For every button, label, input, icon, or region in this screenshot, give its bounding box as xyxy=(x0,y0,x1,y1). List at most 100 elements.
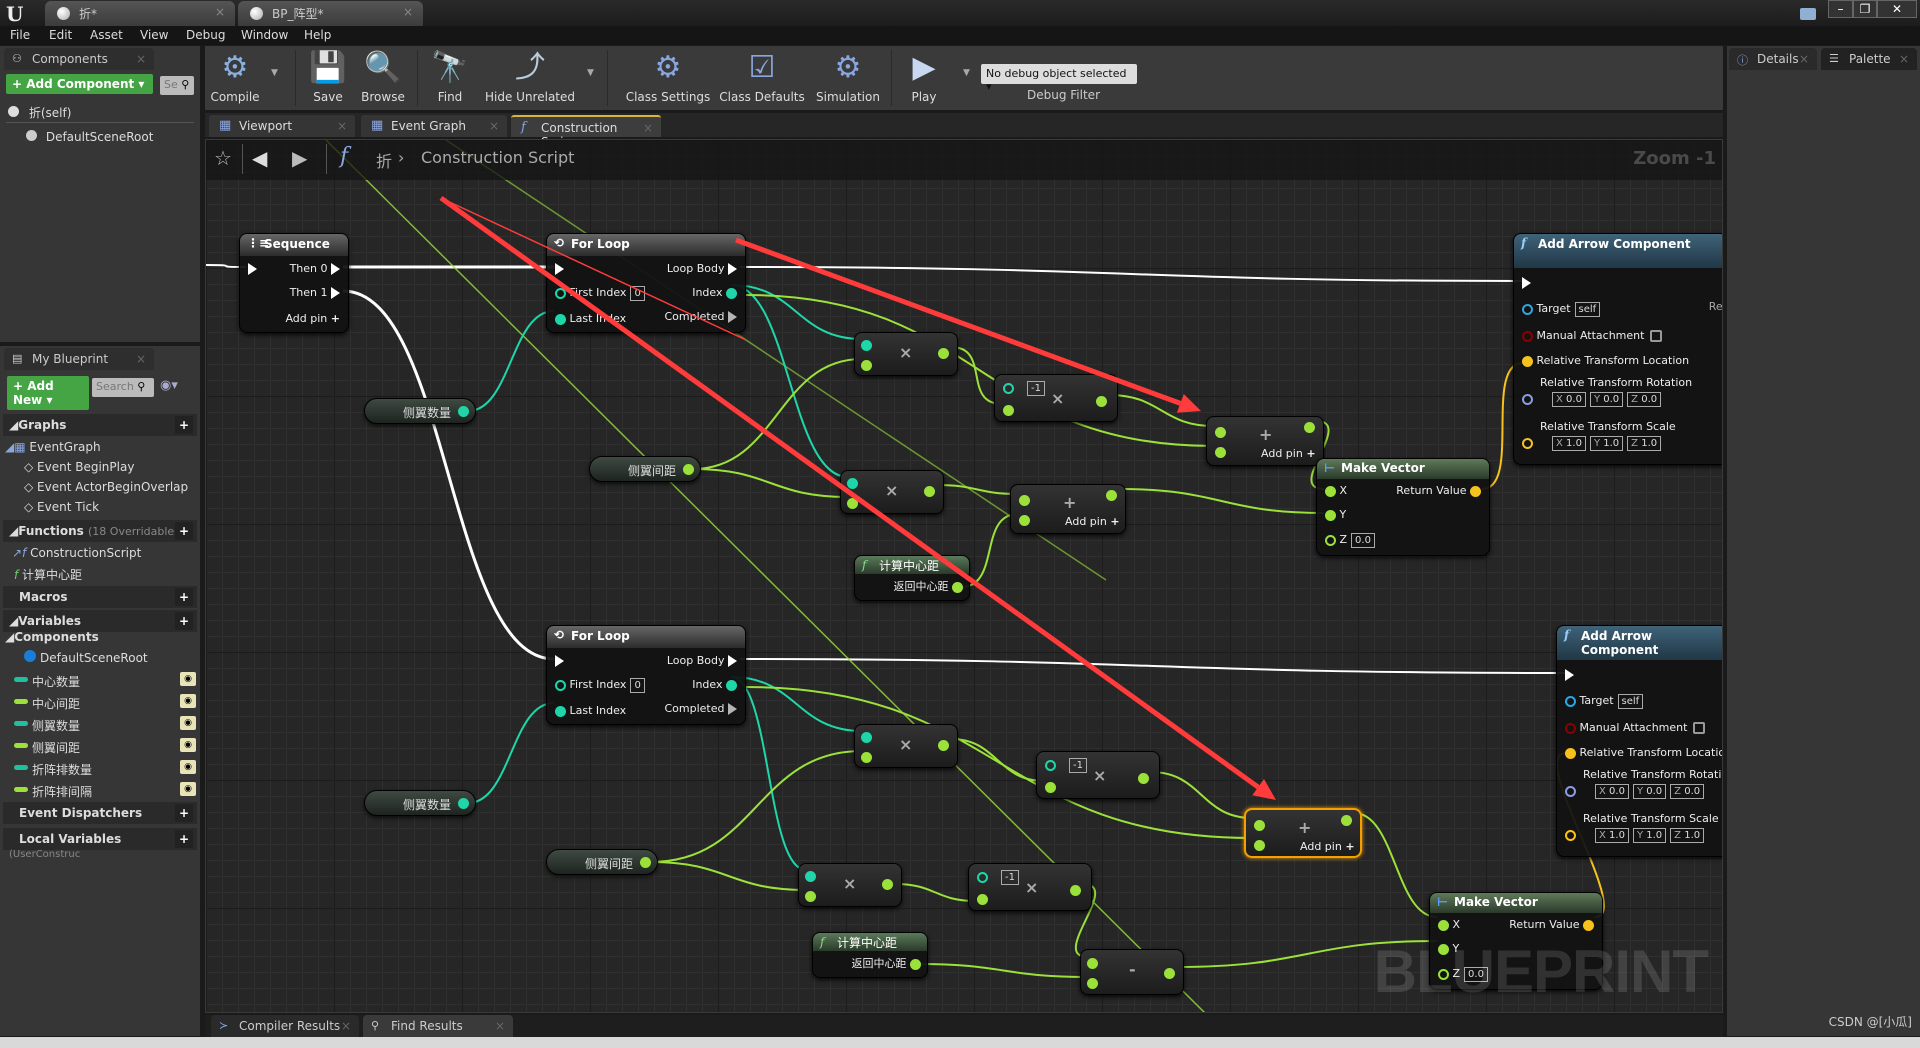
tab-viewport[interactable]: ▦ Viewport × xyxy=(209,115,355,137)
close-tab-icon[interactable]: × xyxy=(215,5,225,19)
components-icon: ⚇ xyxy=(12,52,22,65)
section-functions[interactable]: ◢Functions (18 Overridable) + xyxy=(3,520,197,542)
tab-details[interactable]: ⓘ Details × xyxy=(1729,48,1817,70)
close-tab-icon[interactable]: × xyxy=(495,1019,505,1033)
class-settings-button[interactable]: ⚙ Class Settings xyxy=(625,48,711,104)
menu-help[interactable]: Help xyxy=(304,28,331,42)
tab-construction-script[interactable]: fConstruction Scrip× xyxy=(511,115,661,149)
section-local-variables[interactable]: Local Variables (UserConstruc + xyxy=(3,828,197,860)
visibility-eye-icon[interactable]: ◉ xyxy=(180,760,196,774)
tree-item-construction-script[interactable]: ↗f ConstructionScript xyxy=(12,546,141,566)
find-button[interactable]: 🔭 Find xyxy=(425,48,475,104)
close-tab-icon[interactable]: × xyxy=(1799,52,1809,66)
document-tab-bp-formation[interactable]: BP_阵型* × xyxy=(238,1,423,26)
add-local-variable-button[interactable]: + xyxy=(175,830,193,848)
play-button[interactable]: ▶ Play xyxy=(899,48,949,104)
visibility-eye-icon[interactable]: ◉ xyxy=(180,738,196,752)
visibility-eye-icon[interactable]: ◉ xyxy=(180,694,196,708)
close-tab-icon[interactable]: × xyxy=(136,352,146,366)
hide-unrelated-dropdown[interactable]: ▼ xyxy=(587,68,594,78)
menu-asset[interactable]: Asset xyxy=(90,28,123,42)
close-tab-icon[interactable]: × xyxy=(643,121,653,135)
scene-component-icon xyxy=(26,130,37,141)
class-defaults-button[interactable]: ☑ Class Defaults xyxy=(719,48,805,104)
add-component-button[interactable]: + Add Component ▾ xyxy=(6,74,153,94)
tab-palette[interactable]: ☰ Palette × xyxy=(1821,48,1917,70)
menu-file[interactable]: File xyxy=(10,28,30,42)
browse-button[interactable]: 🔍 Browse xyxy=(355,48,411,104)
variable-item[interactable]: 中心间距 ◉ xyxy=(0,692,200,714)
close-tab-icon[interactable]: × xyxy=(341,1019,351,1033)
close-tab-icon[interactable]: × xyxy=(136,52,146,66)
add-graph-button[interactable]: + xyxy=(175,416,193,434)
restore-button[interactable]: ❐ xyxy=(1853,0,1877,18)
components-title: Components xyxy=(32,52,108,66)
close-tab-icon[interactable]: × xyxy=(337,119,347,133)
my-blueprint-tab[interactable]: ▤ My Blueprint × xyxy=(4,348,154,370)
section-macros[interactable]: Macros + xyxy=(3,586,197,608)
visibility-eye-icon[interactable]: ◉▾ xyxy=(160,378,178,393)
component-self[interactable]: 折(self) xyxy=(8,104,71,124)
components-search-input[interactable]: Se ⚲ xyxy=(160,76,194,95)
visibility-eye-icon[interactable]: ◉ xyxy=(180,716,196,730)
visibility-eye-icon[interactable]: ◉ xyxy=(180,672,196,686)
section-event-dispatchers[interactable]: Event Dispatchers + xyxy=(3,802,197,824)
add-dispatcher-button[interactable]: + xyxy=(175,804,193,822)
components-tab[interactable]: ⚇ Components × xyxy=(4,48,154,70)
tree-item-event-graph[interactable]: ◢▦ EventGraph xyxy=(5,440,101,460)
menu-debug[interactable]: Debug xyxy=(186,28,225,42)
section-label: Macros xyxy=(19,590,68,604)
tree-item-calc-center[interactable]: f 计算中心距 xyxy=(14,566,82,586)
close-tab-icon[interactable]: × xyxy=(489,119,499,133)
add-macro-button[interactable]: + xyxy=(175,588,193,606)
variable-item[interactable]: 折阵排间隔 ◉ xyxy=(0,780,200,802)
minimize-button[interactable]: – xyxy=(1828,0,1853,18)
debug-object-select[interactable]: No debug object selected ▾ xyxy=(981,64,1137,93)
close-tab-icon[interactable]: × xyxy=(1899,52,1909,66)
tree-item-event-actor-begin-overlap[interactable]: ◇ Event ActorBeginOverlap xyxy=(24,480,188,500)
variable-type-icon xyxy=(14,677,28,682)
tab-compiler-results[interactable]: ≻ Compiler Results × xyxy=(211,1015,359,1037)
tree-item-components[interactable]: ◢Components xyxy=(5,630,99,650)
my-blueprint-search-input[interactable]: Search ⚲ xyxy=(92,378,154,397)
variable-item[interactable]: 侧翼间距 ◉ xyxy=(0,736,200,758)
simulation-button[interactable]: ⚙ Simulation xyxy=(813,48,883,104)
compile-options-dropdown[interactable]: ▼ xyxy=(271,68,278,78)
viewport-icon: ▦ xyxy=(219,118,232,133)
save-button[interactable]: 💾 Save xyxy=(303,48,353,104)
section-label: Local Variables xyxy=(19,832,122,846)
add-variable-button[interactable]: + xyxy=(175,612,193,630)
variable-item[interactable]: 侧翼数量 ◉ xyxy=(0,714,200,736)
item-label: Event Tick xyxy=(37,500,100,514)
document-tab-zhe[interactable]: 折* × xyxy=(45,1,235,26)
section-label: Event Dispatchers xyxy=(19,806,143,820)
button-label: Browse xyxy=(361,90,405,104)
tree-item-event-tick[interactable]: ◇ Event Tick xyxy=(24,500,99,520)
tree-item-event-beginplay[interactable]: ◇ Event BeginPlay xyxy=(24,460,134,480)
graph-canvas[interactable]: ☆ ◀ ▶ f 折 › Construction Script Zoom -1 … xyxy=(205,139,1723,1013)
hide-unrelated-button[interactable]: ⤴ Hide Unrelated xyxy=(485,48,575,104)
add-function-button[interactable]: + xyxy=(175,522,193,540)
section-variables[interactable]: ◢Variables + xyxy=(3,610,197,632)
tab-find-results[interactable]: ⚲ Find Results × xyxy=(363,1015,513,1037)
tree-item-default-scene-root[interactable]: DefaultSceneRoot xyxy=(24,650,148,670)
component-default-scene-root[interactable]: DefaultSceneRoot xyxy=(26,130,153,150)
my-blueprint-title: My Blueprint xyxy=(32,352,109,366)
menu-edit[interactable]: Edit xyxy=(49,28,72,42)
menu-window[interactable]: Window xyxy=(241,28,288,42)
close-tab-icon[interactable]: × xyxy=(403,5,413,19)
tutorial-hat-icon[interactable] xyxy=(1800,8,1816,20)
compile-button[interactable]: ⚙ Compile xyxy=(205,48,265,104)
variable-item[interactable]: 折阵排数量 ◉ xyxy=(0,758,200,780)
add-new-button[interactable]: + Add New ▾ xyxy=(7,376,89,410)
simulation-icon: ⚙ xyxy=(834,50,862,85)
visibility-eye-icon[interactable]: ◉ xyxy=(180,782,196,796)
close-window-button[interactable]: ✕ xyxy=(1877,0,1917,18)
search-placeholder: Se xyxy=(164,78,178,91)
tab-event-graph[interactable]: ▦ Event Graph × xyxy=(361,115,507,137)
variable-item[interactable]: 中心数量 ◉ xyxy=(0,670,200,692)
menu-view[interactable]: View xyxy=(140,28,168,42)
section-graphs[interactable]: ◢Graphs + xyxy=(3,414,197,436)
play-options-dropdown[interactable]: ▼ xyxy=(963,68,970,78)
variable-name: 折阵排间隔 xyxy=(32,785,93,799)
